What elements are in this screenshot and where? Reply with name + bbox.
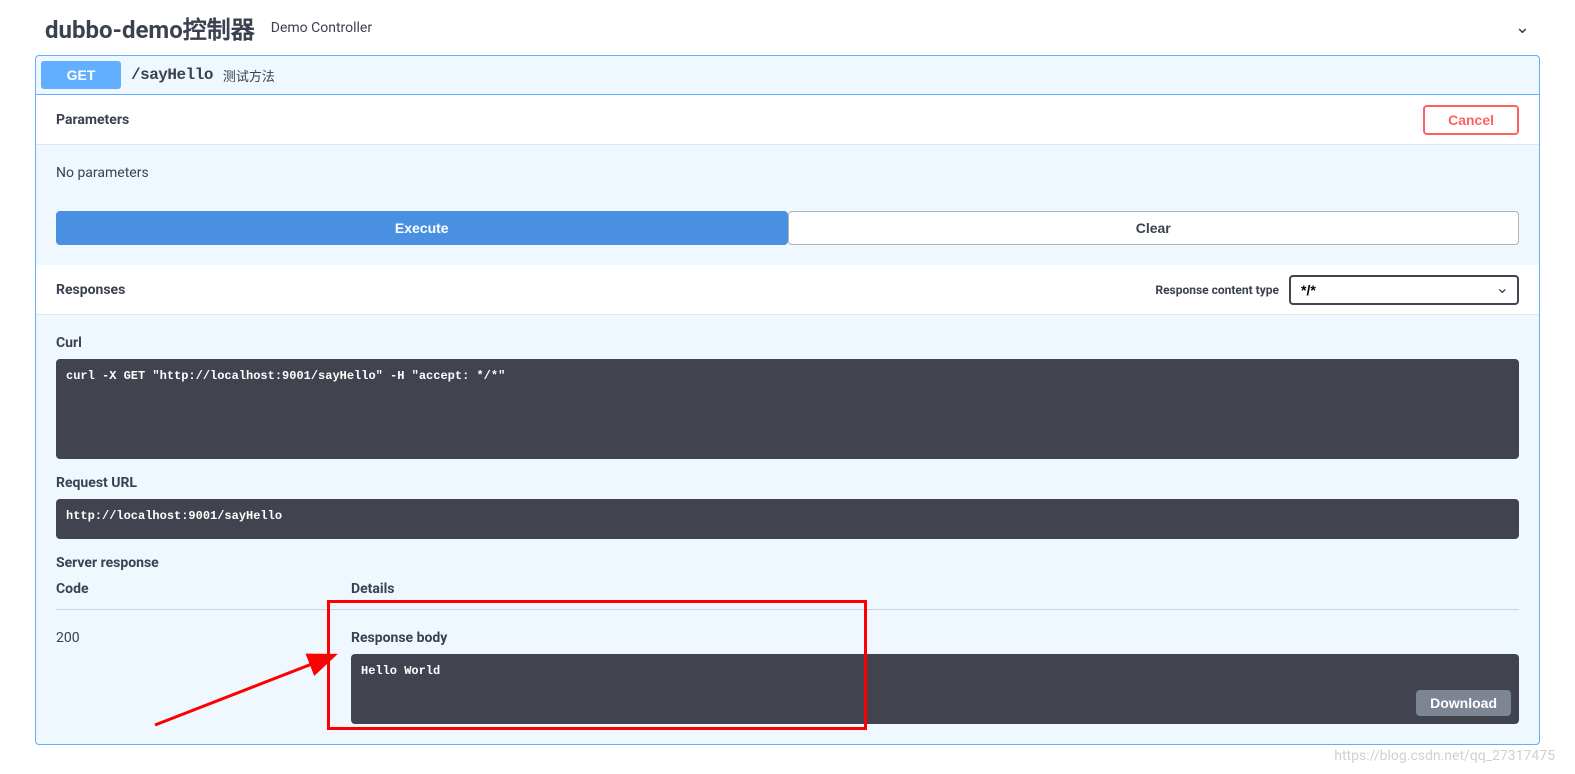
responses-content: Curl curl -X GET "http://localhost:9001/… [36, 315, 1539, 744]
response-content-type-label: Response content type [1155, 283, 1279, 297]
watermark: https://blog.csdn.net/qq_27317475 [1334, 748, 1555, 764]
operation-summary[interactable]: GET /sayHello 测试方法 [36, 56, 1539, 94]
execute-button[interactable]: Execute [56, 211, 788, 245]
operation-body: Parameters Cancel No parameters Execute … [36, 94, 1539, 744]
request-url-value[interactable]: http://localhost:9001/sayHello [56, 499, 1519, 539]
column-details: Details [351, 581, 395, 597]
response-row: 200 Response body Hello World Download [56, 610, 1519, 724]
tag-title: dubbo-demo控制器 [45, 10, 255, 45]
parameters-title: Parameters [56, 112, 129, 128]
response-body-label: Response body [351, 630, 1519, 646]
response-content-type-select[interactable]: */* [1289, 275, 1519, 305]
tag-header[interactable]: dubbo-demo控制器 Demo Controller ⌄ [20, 0, 1555, 55]
cancel-button[interactable]: Cancel [1423, 105, 1519, 135]
chevron-down-icon: ⌄ [1515, 17, 1530, 38]
status-code: 200 [56, 630, 351, 724]
response-table-header: Code Details [56, 581, 1519, 610]
server-response-label: Server response [56, 555, 1519, 571]
clear-button[interactable]: Clear [788, 211, 1520, 245]
curl-command[interactable]: curl -X GET "http://localhost:9001/sayHe… [56, 359, 1519, 459]
responses-title: Responses [56, 282, 125, 298]
operation-block: GET /sayHello 测试方法 Parameters Cancel No … [35, 55, 1540, 745]
parameters-header: Parameters Cancel [36, 95, 1539, 145]
response-body-text: Hello World [361, 664, 440, 678]
operation-description: 测试方法 [223, 66, 275, 85]
tag-description: Demo Controller [271, 20, 372, 36]
request-url-label: Request URL [56, 475, 1519, 491]
http-method-badge: GET [41, 61, 121, 89]
response-body-value[interactable]: Hello World Download [351, 654, 1519, 724]
download-button[interactable]: Download [1416, 690, 1511, 716]
operation-path: /sayHello [131, 66, 213, 84]
column-code: Code [56, 581, 351, 597]
curl-label: Curl [56, 335, 1519, 351]
responses-header: Responses Response content type */* [36, 265, 1539, 315]
response-details: Response body Hello World Download [351, 630, 1519, 724]
no-parameters-text: No parameters [36, 145, 1539, 191]
